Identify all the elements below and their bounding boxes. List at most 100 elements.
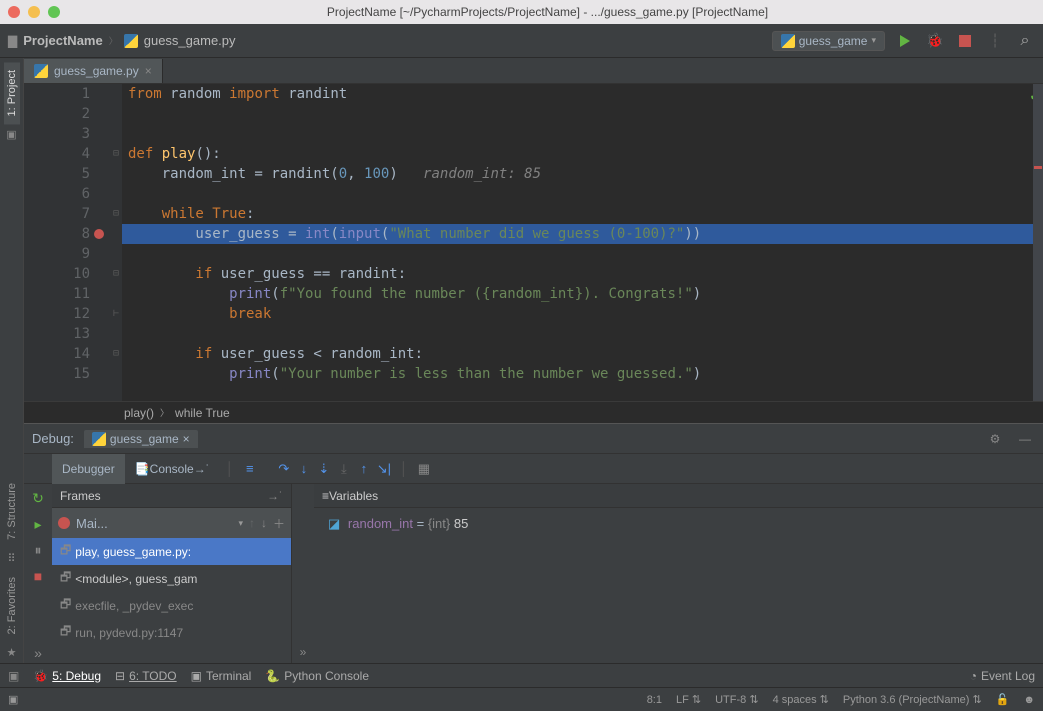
editor-breadcrumb[interactable]: play() 〉 while True bbox=[24, 401, 1043, 423]
python-icon bbox=[781, 34, 795, 48]
stop-icon bbox=[959, 35, 971, 47]
thread-selector[interactable]: Mai... ▾ ↑ ↓ ＋ bbox=[52, 508, 291, 538]
encoding[interactable]: UTF-8 ⇅ bbox=[715, 693, 758, 706]
crumb-project[interactable]: ProjectName bbox=[23, 33, 102, 48]
debug-tab[interactable]: guess_game × bbox=[84, 430, 198, 448]
step-into-icon[interactable]: ↓ bbox=[294, 459, 314, 479]
run-config-dropdown[interactable]: guess_game ▾ bbox=[772, 31, 885, 51]
caret-position[interactable]: 8:1 bbox=[647, 694, 662, 706]
debug-panel: Debug: guess_game × ⚙ — Debugger 📑 Conso… bbox=[24, 423, 1043, 663]
step-over-icon[interactable]: ↷ bbox=[274, 459, 294, 479]
crumb-file[interactable]: guess_game.py bbox=[144, 33, 236, 48]
sidebar-structure[interactable]: 7: Structure bbox=[4, 475, 20, 548]
crumb-loop[interactable]: while True bbox=[175, 406, 230, 420]
folder-icon: ▇ bbox=[8, 34, 17, 48]
more-icon[interactable]: » bbox=[28, 643, 48, 663]
run-button[interactable] bbox=[895, 31, 915, 51]
rerun-icon[interactable]: ↻ bbox=[28, 488, 48, 508]
restore-layout-icon[interactable]: →˙ bbox=[267, 489, 283, 503]
force-step-icon[interactable]: ⤓ bbox=[334, 459, 354, 479]
status-icon[interactable]: ▣ bbox=[8, 693, 18, 706]
variables-body[interactable]: ◪ random_int = {int} 85 bbox=[314, 508, 1043, 663]
zoom-dot[interactable] bbox=[48, 6, 60, 18]
tool-todo[interactable]: ⊟ 6: TODO bbox=[115, 669, 177, 683]
show-exec-point-icon[interactable]: ≡ bbox=[240, 459, 260, 479]
chevron-down-icon: ▾ bbox=[238, 518, 243, 529]
error-stripe-mark[interactable] bbox=[1034, 166, 1042, 169]
close-tab-icon[interactable]: × bbox=[145, 64, 152, 78]
variable-row[interactable]: ◪ random_int = {int} 85 bbox=[324, 514, 1033, 534]
editor-tab[interactable]: guess_game.py × bbox=[24, 59, 163, 83]
traffic-lights bbox=[8, 6, 60, 18]
add-icon[interactable]: ＋ bbox=[273, 515, 285, 532]
lock-icon[interactable]: 🔓 bbox=[996, 693, 1010, 706]
debug-body: ↻ ▸ ⏸ ■ » Frames→˙ Mai... ▾ ↑ bbox=[24, 484, 1043, 663]
thread-label: Mai... bbox=[76, 516, 232, 531]
tool-event-log[interactable]: ◔ Event Log bbox=[970, 669, 1035, 683]
crumb-fn[interactable]: play() bbox=[124, 406, 154, 420]
frame-icon: 🗗 bbox=[60, 568, 71, 589]
step-out-icon[interactable]: ↑ bbox=[354, 459, 374, 479]
variables-header: ≡ Variables bbox=[314, 484, 1043, 508]
fold-gutter[interactable]: ⊟⊟⊟⊢⊟ bbox=[110, 84, 122, 401]
editor: guess_game.py × 123456789101112131415 ⊟⊟… bbox=[24, 58, 1043, 663]
editor-tabs: guess_game.py × bbox=[24, 58, 1043, 84]
frame-icon: 🗗 bbox=[60, 595, 71, 616]
frames-panel: Frames→˙ Mai... ▾ ↑ ↓ ＋ 🗗play, guess_gam… bbox=[52, 484, 292, 663]
frames-header: Frames→˙ bbox=[52, 484, 291, 508]
resume-icon[interactable]: ▸ bbox=[28, 514, 48, 534]
minimize-dot[interactable] bbox=[28, 6, 40, 18]
indent[interactable]: 4 spaces ⇅ bbox=[773, 693, 829, 706]
sidebar-project-icon: ▣ bbox=[6, 128, 16, 141]
breadcrumbs: ▇ ProjectName 〉 guess_game.py bbox=[8, 33, 772, 48]
code-area[interactable]: from random import randint def play(): r… bbox=[122, 84, 1043, 401]
window-title: ProjectName [~/PycharmProjects/ProjectNa… bbox=[60, 5, 1035, 19]
debug-toolbar: Debugger 📑 Console →˙ │ ≡ ↷ ↓ ⇣ ⤓ ↑ ↘| │… bbox=[24, 454, 1043, 484]
sidebar-project[interactable]: 1: Project bbox=[4, 62, 20, 124]
frame-row[interactable]: 🗗execfile, _pydev_exec bbox=[52, 592, 291, 619]
debug-header: Debug: guess_game × ⚙ — bbox=[24, 424, 1043, 454]
editor-body[interactable]: 123456789101112131415 ⊟⊟⊟⊢⊟ from random … bbox=[24, 84, 1043, 401]
next-frame-icon[interactable]: ↓ bbox=[261, 516, 267, 530]
frame-icon: 🗗 bbox=[60, 541, 71, 562]
more-icon[interactable]: » bbox=[300, 645, 307, 659]
pause-icon[interactable]: ⏸ bbox=[28, 540, 48, 560]
prev-frame-icon[interactable]: ↑ bbox=[249, 516, 255, 530]
search-button[interactable]: ⌕ bbox=[1015, 31, 1035, 51]
tool-python-console[interactable]: 🐍 Python Console bbox=[265, 669, 369, 683]
stack-frames[interactable]: 🗗play, guess_game.py: 🗗<module>, guess_g… bbox=[52, 538, 291, 663]
layout-icon[interactable]: ▣ bbox=[8, 669, 19, 683]
line-ending[interactable]: LF ⇅ bbox=[676, 693, 701, 706]
interpreter[interactable]: Python 3.6 (ProjectName) ⇅ bbox=[843, 693, 982, 706]
minimize-panel-icon[interactable]: — bbox=[1015, 429, 1035, 449]
stop-icon[interactable]: ■ bbox=[28, 566, 48, 586]
debug-tab-label: guess_game bbox=[110, 432, 179, 446]
console-tab[interactable]: 📑 Console →˙ bbox=[125, 454, 220, 484]
run-to-cursor-icon[interactable]: ↘| bbox=[374, 459, 394, 479]
frame-row[interactable]: 🗗play, guess_game.py: bbox=[52, 538, 291, 565]
python-file-icon bbox=[124, 34, 138, 48]
debugger-tab[interactable]: Debugger bbox=[52, 454, 125, 484]
debug-button[interactable]: 🐞 bbox=[925, 31, 945, 51]
line-gutter[interactable]: 123456789101112131415 bbox=[24, 84, 110, 401]
var-field-icon: ◪ bbox=[328, 516, 340, 531]
inspector-icon[interactable]: ☻ bbox=[1023, 694, 1035, 706]
close-dot[interactable] bbox=[8, 6, 20, 18]
chevron-down-icon: ▾ bbox=[871, 35, 876, 46]
evaluate-icon[interactable]: ▦ bbox=[414, 459, 434, 479]
editor-tab-label: guess_game.py bbox=[54, 64, 139, 78]
window-titlebar: ProjectName [~/PycharmProjects/ProjectNa… bbox=[0, 0, 1043, 24]
tool-terminal[interactable]: ▣ Terminal bbox=[191, 669, 252, 683]
frame-row[interactable]: 🗗run, pydevd.py:1147 bbox=[52, 619, 291, 646]
settings-icon[interactable]: ⚙ bbox=[985, 429, 1005, 449]
debug-action-strip: ↻ ▸ ⏸ ■ » bbox=[24, 484, 52, 663]
step-into-my-icon[interactable]: ⇣ bbox=[314, 459, 334, 479]
thread-status-dot bbox=[58, 517, 70, 529]
stop-button[interactable] bbox=[955, 31, 975, 51]
close-icon[interactable]: × bbox=[183, 432, 190, 446]
frame-row[interactable]: 🗗<module>, guess_gam bbox=[52, 565, 291, 592]
editor-scrollbar[interactable] bbox=[1033, 84, 1043, 401]
sidebar-favorites[interactable]: 2: Favorites bbox=[4, 569, 20, 642]
var-name: random_int bbox=[348, 516, 413, 531]
tool-debug[interactable]: 🐞 5: Debug bbox=[33, 669, 101, 683]
